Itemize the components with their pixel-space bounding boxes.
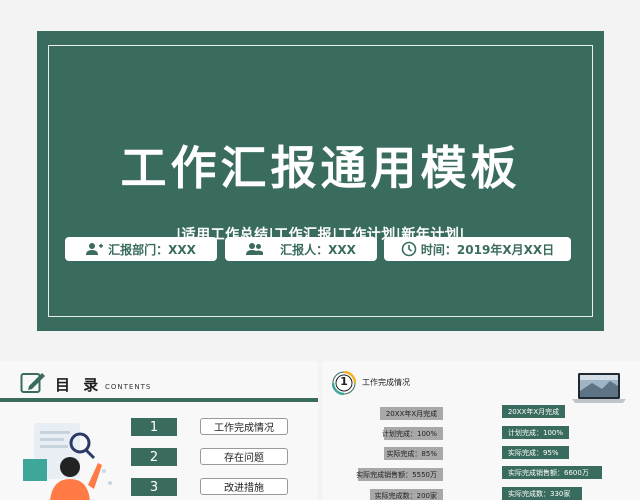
right-row-sales: 实际完成销售额：6600万 [502, 466, 602, 479]
slide-title: 工作汇报通用模板 [120, 141, 521, 195]
toc-number-3: 3 [131, 478, 177, 496]
info-pill-reporter: 汇报人：XXX [225, 237, 377, 261]
info-pill-department-text: 汇报部门：XXX [108, 242, 196, 257]
report-illustration [23, 423, 112, 500]
info-pill-department: 汇报部门：XXX [65, 237, 217, 261]
section-number: 1 [340, 375, 348, 388]
edit-icon [20, 373, 45, 393]
toc-number-1: 1 [131, 418, 177, 436]
laptop-image [572, 373, 626, 403]
toc-item-2[interactable]: 存在问题 [200, 448, 288, 465]
toc-divider [0, 398, 318, 402]
title-slide[interactable]: 工作汇报通用模板 |适用工作总结|工作汇报|工作计划|新年计划| [37, 31, 604, 331]
section-title: 工作完成情况 [362, 378, 410, 387]
right-column-header: 20XX年X月完成 [502, 405, 565, 418]
left-column-header: 20XX年X月完成 [380, 407, 443, 420]
users-icon [246, 243, 264, 255]
right-row-actual: 实际完成：95% [502, 446, 569, 459]
user-plus-icon [86, 243, 104, 255]
left-row-actual: 实际完成：85% [384, 447, 443, 460]
info-pill-date-text: 时间：2019年X月XX日 [420, 242, 555, 257]
info-pill-reporter-text: 汇报人：XXX [280, 242, 356, 257]
right-row-count: 实际完成数：330家 [502, 487, 582, 500]
toc-subtitle: CONTENTS [105, 383, 152, 391]
left-row-plan: 计划完成：100% [382, 427, 443, 440]
clock-icon [401, 241, 417, 257]
left-row-count: 实际完成数：200家 [370, 489, 443, 500]
toc-item-1[interactable]: 工作完成情况 [200, 418, 288, 435]
toc-item-3[interactable]: 改进措施 [200, 478, 288, 495]
toc-number-2: 2 [131, 448, 177, 466]
info-pill-date: 时间：2019年X月XX日 [384, 237, 571, 261]
toc-title: 目 录 [55, 376, 103, 394]
left-row-sales: 实际完成销售额：5550万 [356, 468, 443, 481]
right-row-plan: 计划完成：100% [502, 426, 569, 439]
